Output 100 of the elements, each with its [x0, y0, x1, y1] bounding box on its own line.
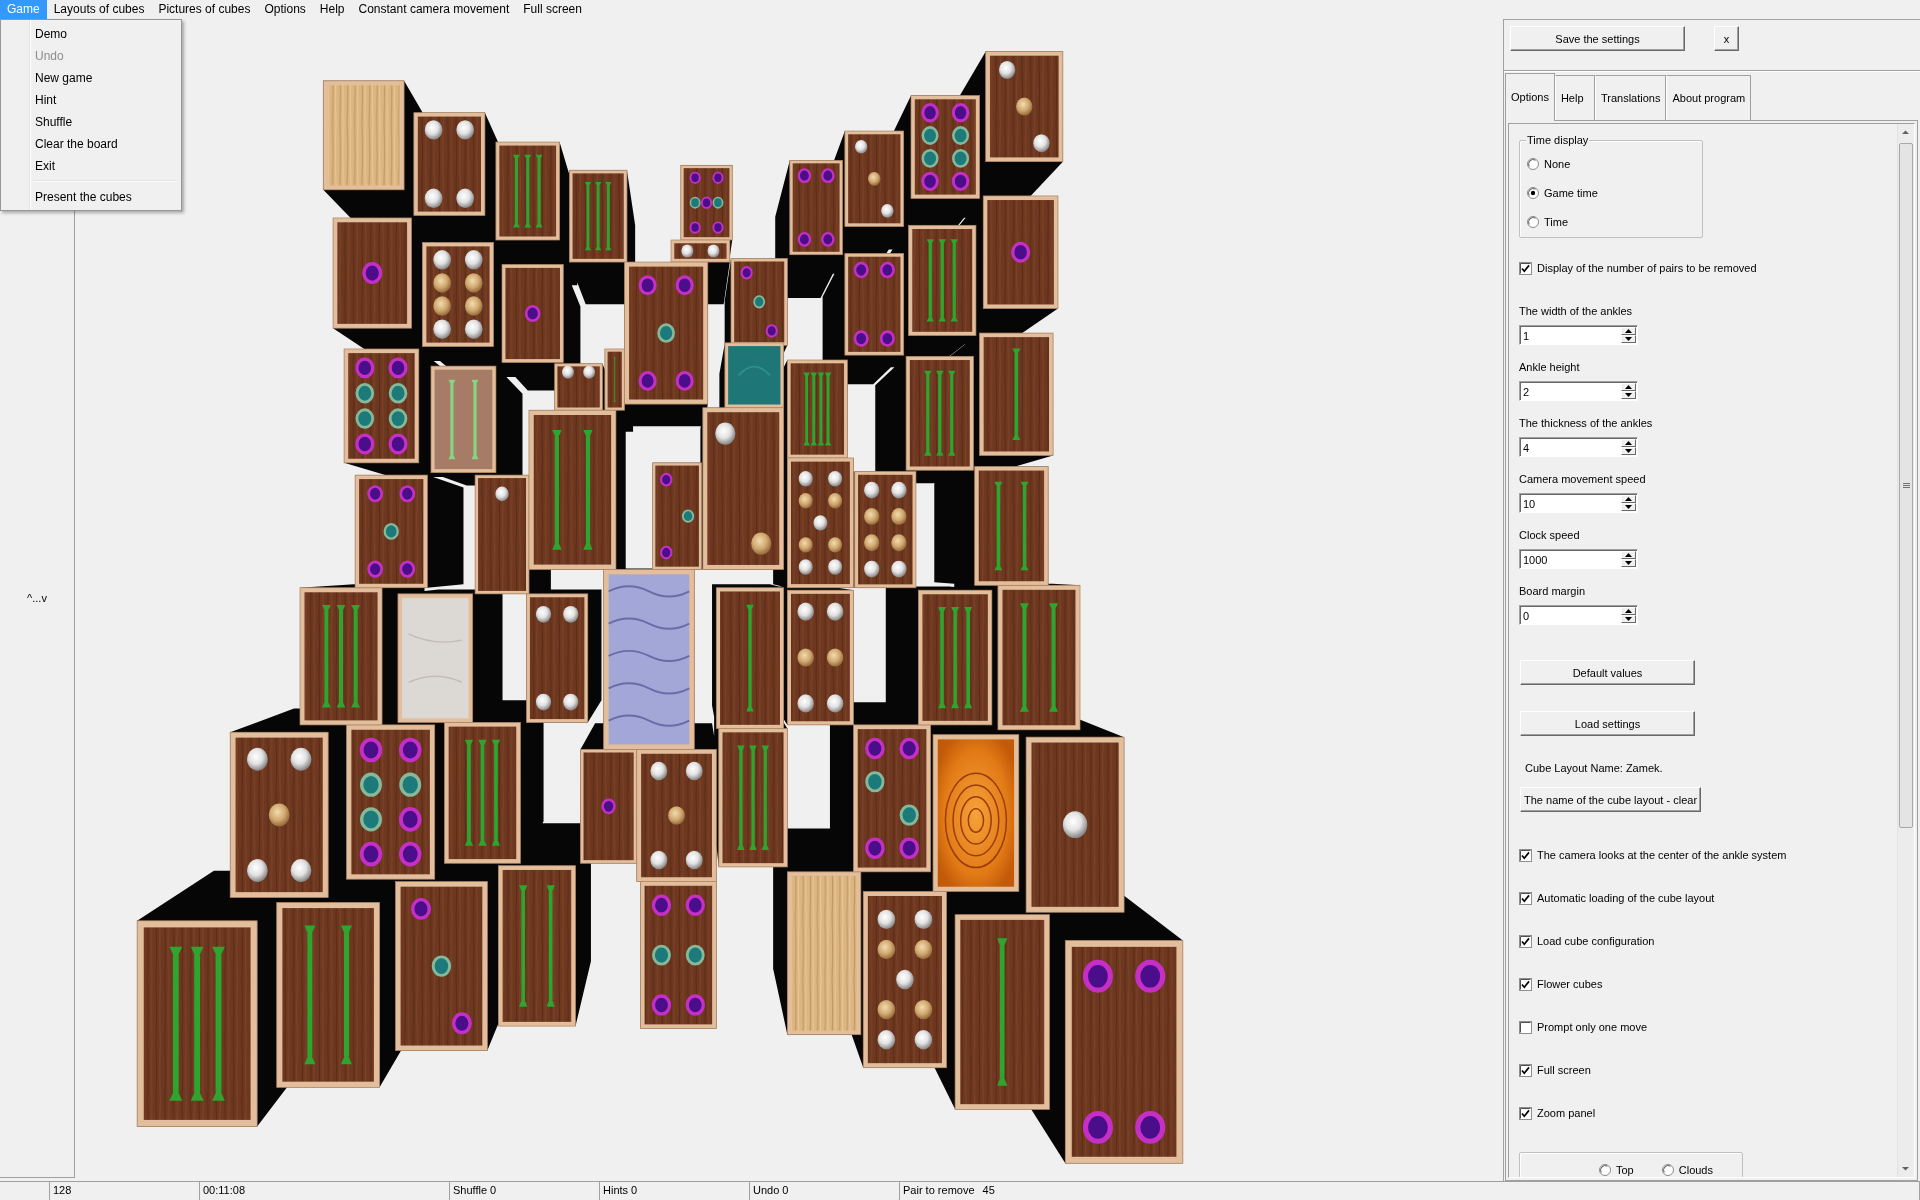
cube-drawing[interactable] — [474, 474, 530, 595]
checkbox[interactable] — [1519, 977, 1532, 991]
cube-drawing[interactable] — [787, 457, 854, 589]
cube-drawing[interactable] — [640, 881, 717, 1029]
cube-drawing[interactable] — [322, 80, 405, 191]
spin-box[interactable]: 10 — [1519, 493, 1638, 513]
cube-drawing[interactable] — [680, 164, 733, 241]
spin-down-button[interactable] — [1621, 615, 1636, 623]
menu-item[interactable]: Help — [312, 0, 352, 19]
radio-button[interactable] — [1527, 158, 1539, 170]
cube-drawing[interactable] — [136, 920, 258, 1127]
cube-drawing[interactable] — [1064, 940, 1184, 1164]
cube-drawing[interactable] — [862, 891, 947, 1069]
cube-drawing[interactable] — [918, 589, 993, 726]
spin-box[interactable]: 1 — [1519, 325, 1638, 345]
cube-drawing[interactable] — [229, 731, 329, 898]
cube-drawing[interactable] — [905, 355, 974, 471]
cube-drawing[interactable] — [715, 587, 785, 729]
checkbox[interactable] — [1519, 261, 1532, 275]
number-input[interactable]: 1000 — [1520, 550, 1621, 568]
spin-up-button[interactable] — [1621, 383, 1636, 391]
spin-box[interactable]: 4 — [1519, 437, 1638, 457]
checkbox[interactable] — [1519, 934, 1532, 948]
cube-drawing[interactable] — [346, 724, 436, 880]
cube-drawing[interactable] — [526, 593, 589, 723]
cube-drawing[interactable] — [854, 471, 917, 589]
cube-drawing[interactable] — [844, 253, 905, 356]
checkbox[interactable] — [1519, 848, 1532, 862]
push-button[interactable]: The name of the cube layout - clear — [1520, 787, 1702, 812]
spin-box[interactable]: 0 — [1519, 605, 1638, 625]
cube-drawing[interactable] — [580, 749, 638, 864]
cube-drawing[interactable] — [569, 169, 628, 263]
cube-drawing[interactable] — [1025, 736, 1125, 913]
cube-drawing[interactable] — [844, 130, 905, 227]
spin-down-button[interactable] — [1621, 391, 1636, 399]
cube-drawing[interactable] — [974, 466, 1049, 586]
cube-drawing[interactable] — [908, 224, 977, 336]
cube-drawing[interactable] — [954, 914, 1050, 1110]
cube-drawing[interactable] — [636, 749, 717, 882]
number-input[interactable]: 0 — [1520, 606, 1621, 624]
cube-drawing[interactable] — [343, 348, 420, 464]
tab[interactable]: About program — [1666, 75, 1752, 120]
number-input[interactable]: 1 — [1520, 326, 1621, 344]
push-button[interactable]: Load settings — [1520, 711, 1695, 736]
push-button[interactable]: Default values — [1520, 660, 1695, 685]
number-input[interactable]: 10 — [1520, 494, 1621, 512]
menu-item[interactable]: Constant camera movement — [351, 0, 517, 19]
spin-up-button[interactable] — [1621, 495, 1636, 503]
checkbox[interactable] — [1519, 1063, 1532, 1077]
cube-drawing[interactable] — [554, 363, 603, 411]
cube-drawing[interactable] — [910, 95, 980, 199]
menu-item[interactable]: Exit — [3, 155, 179, 177]
cube-drawing[interactable] — [979, 332, 1054, 456]
cube-drawing[interactable] — [276, 902, 380, 1088]
radio-button[interactable] — [1661, 1164, 1674, 1176]
tab[interactable]: Help — [1554, 75, 1595, 120]
cube-drawing[interactable] — [789, 160, 843, 256]
cube-drawing[interactable] — [702, 407, 785, 570]
cube-drawing[interactable] — [624, 261, 709, 405]
cube-drawing[interactable] — [982, 195, 1059, 309]
save-button[interactable]: Save the settings — [1510, 26, 1685, 51]
number-input[interactable]: 2 — [1520, 382, 1621, 400]
menu-item[interactable]: Options — [257, 0, 313, 19]
cube-drawing[interactable] — [422, 242, 494, 347]
checkbox[interactable] — [1519, 1106, 1532, 1120]
spin-down-button[interactable] — [1621, 447, 1636, 455]
menu-item[interactable]: Hint — [3, 89, 179, 111]
spin-down-button[interactable] — [1621, 559, 1636, 567]
cube-drawing[interactable] — [932, 734, 1020, 892]
expand-collapse-toggle[interactable]: ^...v — [27, 591, 47, 605]
spin-down-button[interactable] — [1621, 503, 1636, 511]
menu-item[interactable]: Clear the board — [3, 133, 179, 155]
cube-drawing[interactable] — [528, 409, 617, 570]
menu-item[interactable]: Full screen — [516, 0, 589, 19]
cube-drawing[interactable] — [997, 584, 1081, 731]
spin-up-button[interactable] — [1621, 607, 1636, 615]
spin-down-button[interactable] — [1621, 335, 1636, 343]
checkbox[interactable] — [1519, 891, 1532, 905]
menu-item[interactable]: Shuffle — [3, 111, 179, 133]
menu-item[interactable]: New game — [3, 67, 179, 89]
cube-drawing[interactable] — [501, 264, 564, 363]
number-input[interactable]: 4 — [1520, 438, 1621, 456]
menu-item[interactable]: Demo — [3, 23, 179, 45]
menu-item[interactable]: Layouts of cubes — [46, 0, 152, 19]
vertical-scrollbar[interactable] — [1897, 124, 1914, 1177]
scrollbar-thumb[interactable] — [1899, 143, 1913, 828]
cube-drawing[interactable] — [718, 728, 788, 868]
menu-item[interactable]: Pictures of cubes — [151, 0, 258, 19]
spin-up-button[interactable] — [1621, 551, 1636, 559]
cube-drawing[interactable] — [413, 112, 486, 216]
cube-drawing[interactable] — [444, 722, 521, 864]
cube-drawing[interactable] — [787, 589, 854, 726]
radio-button[interactable] — [1527, 187, 1539, 199]
cube-drawing[interactable] — [730, 258, 788, 346]
cube-drawing[interactable] — [332, 217, 412, 329]
cube-drawing[interactable] — [397, 593, 473, 723]
cube-drawing[interactable] — [498, 865, 576, 1027]
tab[interactable]: Translations — [1594, 75, 1667, 120]
cube-drawing[interactable] — [430, 365, 497, 474]
close-button[interactable]: x — [1714, 26, 1739, 51]
